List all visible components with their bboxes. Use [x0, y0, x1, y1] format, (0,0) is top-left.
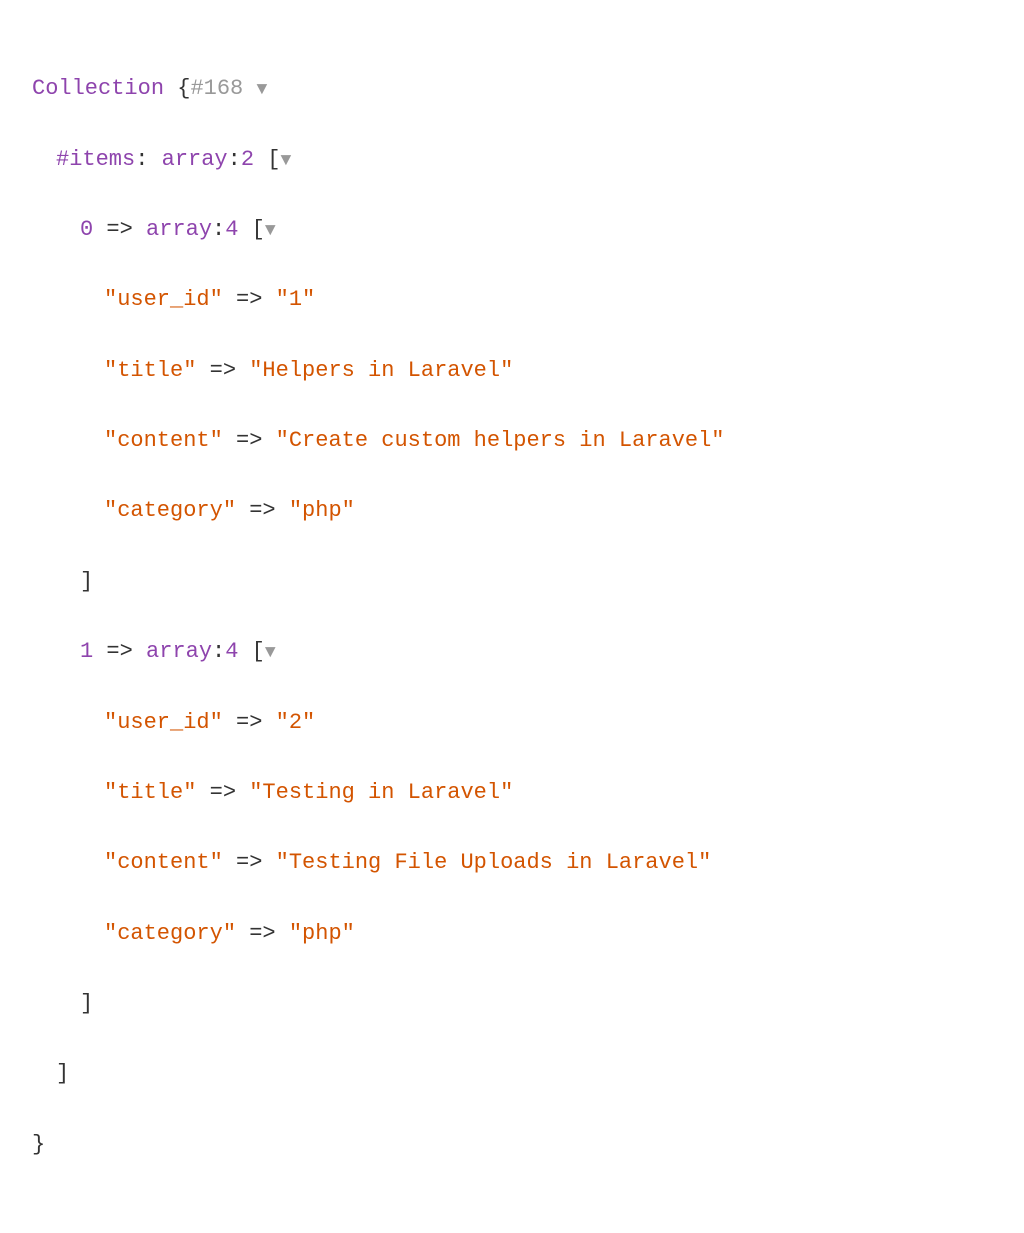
field-key: "user_id": [104, 710, 223, 735]
arrow-op: =>: [106, 639, 132, 664]
field-value: "Testing File Uploads in Laravel": [276, 850, 712, 875]
field-row: "user_id" => "2": [32, 705, 992, 740]
array-count: 2: [241, 147, 254, 172]
field-value: "php": [289, 921, 355, 946]
object-id: #168: [190, 76, 243, 101]
field-key: "title": [104, 358, 196, 383]
entry-header: 1 => array:4 [▼: [32, 634, 992, 669]
arrow-op: =>: [236, 428, 262, 453]
close-bracket: ]: [32, 986, 992, 1021]
colon: :: [135, 147, 148, 172]
field-value: "php": [289, 498, 355, 523]
field-row: "title" => "Helpers in Laravel": [32, 353, 992, 388]
field-key: "category": [104, 498, 236, 523]
field-row: "category" => "php": [32, 493, 992, 528]
class-name: Collection: [32, 76, 164, 101]
field-key: "title": [104, 780, 196, 805]
field-value: "2": [276, 710, 316, 735]
field-row: "content" => "Create custom helpers in L…: [32, 423, 992, 458]
array-type: array: [162, 147, 228, 172]
arrow-op: =>: [236, 710, 262, 735]
entry-index: 1: [80, 639, 93, 664]
arrow-op: =>: [249, 921, 275, 946]
field-row: "content" => "Testing File Uploads in La…: [32, 845, 992, 880]
dump-output: Collection {#168 ▼ #items: array:2 [▼ 0 …: [32, 36, 992, 1197]
arrow-op: =>: [236, 287, 262, 312]
entry-header: 0 => array:4 [▼: [32, 212, 992, 247]
open-bracket: [: [252, 639, 265, 664]
toggle-icon[interactable]: ▼: [280, 147, 291, 176]
collection-header: Collection {#168 ▼: [32, 71, 992, 106]
field-value: "1": [276, 287, 316, 312]
open-brace: {: [177, 76, 190, 101]
field-value: "Create custom helpers in Laravel": [276, 428, 725, 453]
arrow-op: =>: [249, 498, 275, 523]
arrow-op: =>: [106, 217, 132, 242]
open-bracket: [: [267, 147, 280, 172]
field-value: "Testing in Laravel": [249, 780, 513, 805]
array-type: array: [146, 639, 212, 664]
field-key: "category": [104, 921, 236, 946]
open-bracket: [: [252, 217, 265, 242]
entry-count: 4: [225, 217, 238, 242]
field-row: "title" => "Testing in Laravel": [32, 775, 992, 810]
entry-count: 4: [225, 639, 238, 664]
arrow-op: =>: [210, 358, 236, 383]
close-bracket: ]: [32, 1056, 992, 1091]
toggle-icon[interactable]: ▼: [256, 76, 267, 105]
toggle-icon[interactable]: ▼: [265, 639, 276, 668]
arrow-op: =>: [210, 780, 236, 805]
toggle-icon[interactable]: ▼: [265, 217, 276, 246]
close-bracket: ]: [32, 564, 992, 599]
field-row: "category" => "php": [32, 916, 992, 951]
items-label: #items: [56, 147, 135, 172]
items-header: #items: array:2 [▼: [32, 142, 992, 177]
array-type: array: [146, 217, 212, 242]
field-row: "user_id" => "1": [32, 282, 992, 317]
field-value: "Helpers in Laravel": [249, 358, 513, 383]
field-key: "content": [104, 850, 223, 875]
field-key: "content": [104, 428, 223, 453]
field-key: "user_id": [104, 287, 223, 312]
arrow-op: =>: [236, 850, 262, 875]
entry-index: 0: [80, 217, 93, 242]
close-brace: }: [32, 1127, 992, 1162]
